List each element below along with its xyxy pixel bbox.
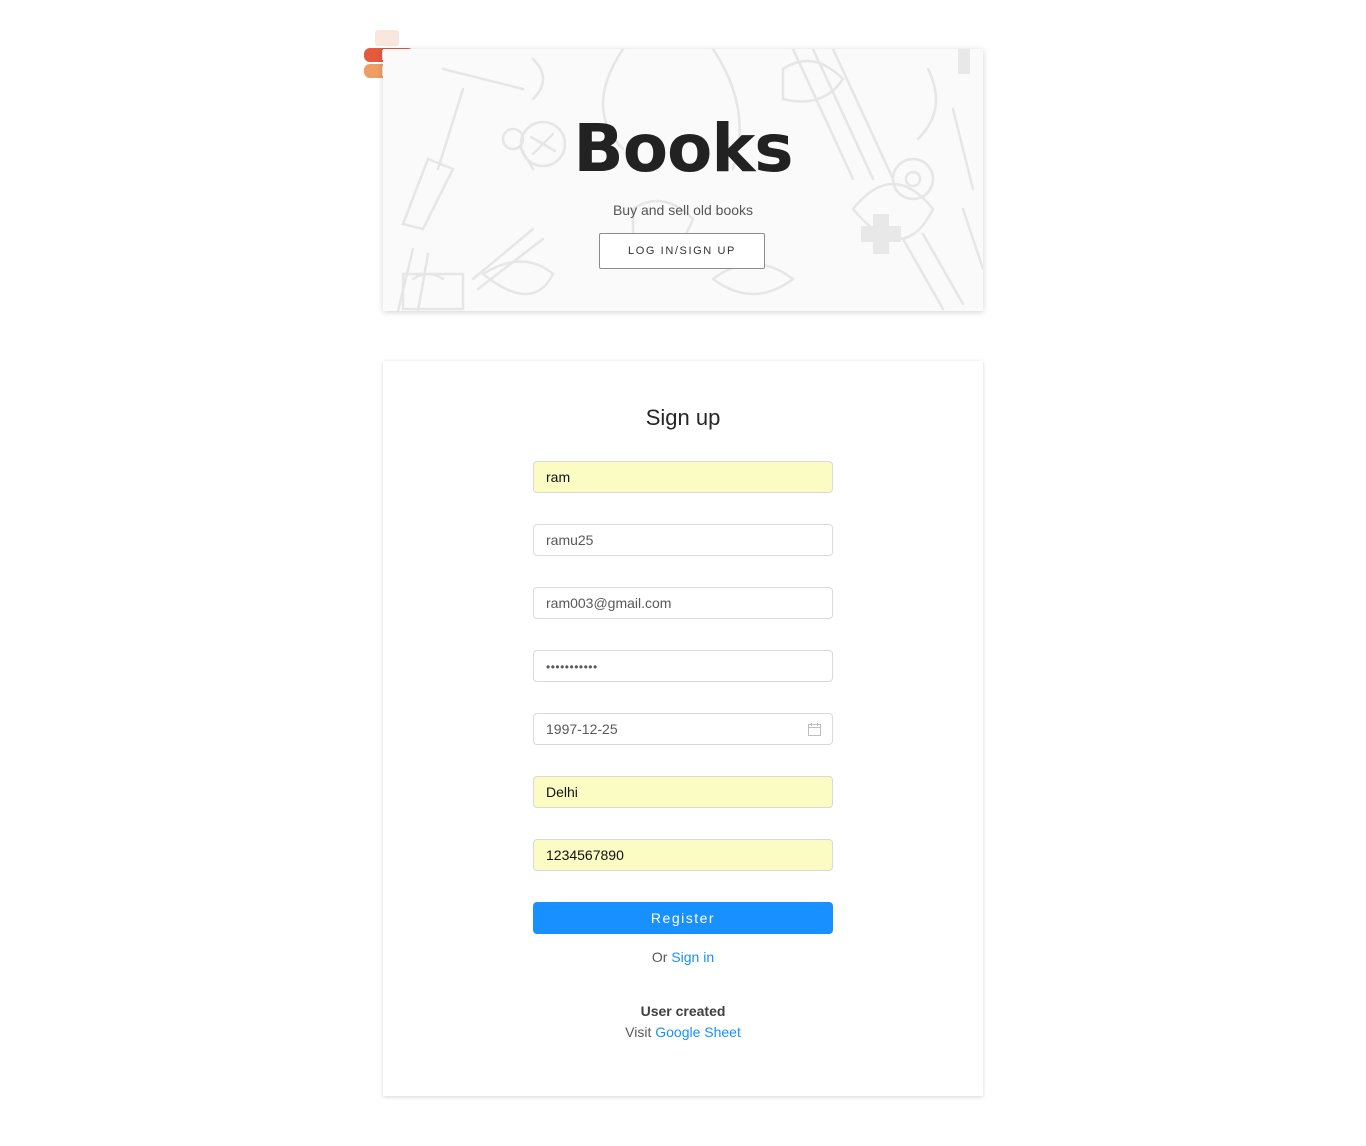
or-text: Or: [651, 949, 668, 965]
phone-field[interactable]: 1234567890: [533, 839, 833, 871]
signup-card: Sign up ram ramu25 ram003@gmail.com ••••…: [383, 361, 983, 1096]
username-field[interactable]: ramu25: [533, 524, 833, 556]
name-field[interactable]: ram: [533, 461, 833, 493]
city-field[interactable]: Delhi: [533, 776, 833, 808]
calendar-icon[interactable]: [808, 723, 821, 736]
username-field-value: ramu25: [546, 532, 594, 548]
date-of-birth-picker[interactable]: 1997-12-25: [533, 713, 833, 745]
email-field-value: ram003@gmail.com: [546, 595, 672, 611]
hero-banner: Books Buy and sell old books LOG IN/SIGN…: [383, 49, 983, 311]
signin-link[interactable]: Sign in: [671, 949, 714, 965]
register-button[interactable]: Register: [533, 902, 833, 934]
name-field-value: ram: [546, 469, 571, 485]
signup-title: Sign up: [645, 405, 721, 430]
city-field-value: Delhi: [546, 784, 578, 800]
password-field[interactable]: •••••••••••: [533, 650, 833, 682]
email-field[interactable]: ram003@gmail.com: [533, 587, 833, 619]
signin-prompt: Or Sign in: [383, 947, 983, 967]
date-of-birth-value: 1997-12-25: [546, 721, 618, 737]
hero-subtitle: Buy and sell old books: [612, 202, 754, 218]
visit-sheet-line: Visit Google Sheet: [383, 1022, 983, 1042]
hero-title: Books: [573, 110, 793, 187]
google-sheet-link[interactable]: Google Sheet: [655, 1024, 741, 1040]
status-message: User created: [640, 1003, 726, 1019]
visit-text: Visit: [625, 1024, 652, 1040]
login-signup-button[interactable]: LOG IN/SIGN UP: [599, 233, 765, 269]
phone-field-value: 1234567890: [546, 847, 624, 863]
password-field-value: •••••••••••: [546, 660, 598, 674]
